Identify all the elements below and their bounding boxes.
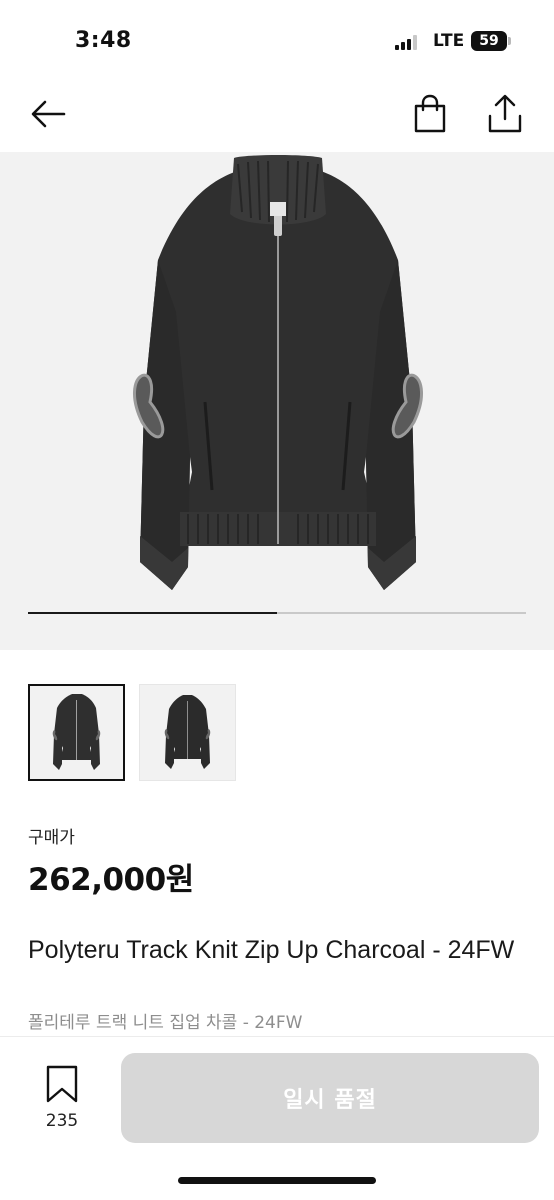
soldout-button[interactable]: 일시 품절 (121, 1053, 539, 1143)
share-icon (488, 94, 522, 133)
status-bar: 3:48 LTE 59 (0, 0, 554, 84)
wishlist-button[interactable]: 235 (28, 1065, 96, 1131)
product-image (132, 155, 424, 590)
bookmark-icon (46, 1065, 78, 1103)
shopping-bag-button[interactable] (408, 92, 452, 136)
network-type: LTE (433, 31, 465, 51)
image-progress-track (28, 612, 526, 614)
back-button[interactable] (26, 92, 70, 136)
bottom-action-bar: 235 일시 품절 (0, 1036, 554, 1200)
battery-tip (508, 37, 511, 45)
share-button[interactable] (483, 92, 527, 136)
thumbnail-2[interactable] (139, 684, 236, 781)
wishlist-count: 235 (45, 1111, 79, 1131)
product-title: Polyteru Track Knit Zip Up Charcoal - 24… (28, 936, 515, 964)
product-price: 262,000원 (28, 862, 194, 898)
product-thumbnail-image (164, 695, 211, 769)
status-time: 3:48 (75, 28, 132, 53)
thumbnail-list (28, 684, 236, 782)
product-image-carousel[interactable] (0, 152, 554, 650)
product-subtitle: 폴리테루 트랙 니트 집업 차콜 - 24FW (28, 1013, 303, 1033)
thumbnail-1[interactable] (28, 684, 125, 781)
shopping-bag-icon (414, 94, 446, 133)
cellular-signal-icon (395, 34, 423, 50)
home-indicator (178, 1177, 376, 1184)
price-label: 구매가 (28, 828, 75, 848)
image-progress-fill (28, 612, 277, 614)
arrow-left-icon (31, 100, 66, 128)
top-nav (0, 84, 554, 152)
battery-icon: 59 (471, 31, 507, 51)
product-thumbnail-image (52, 694, 101, 770)
